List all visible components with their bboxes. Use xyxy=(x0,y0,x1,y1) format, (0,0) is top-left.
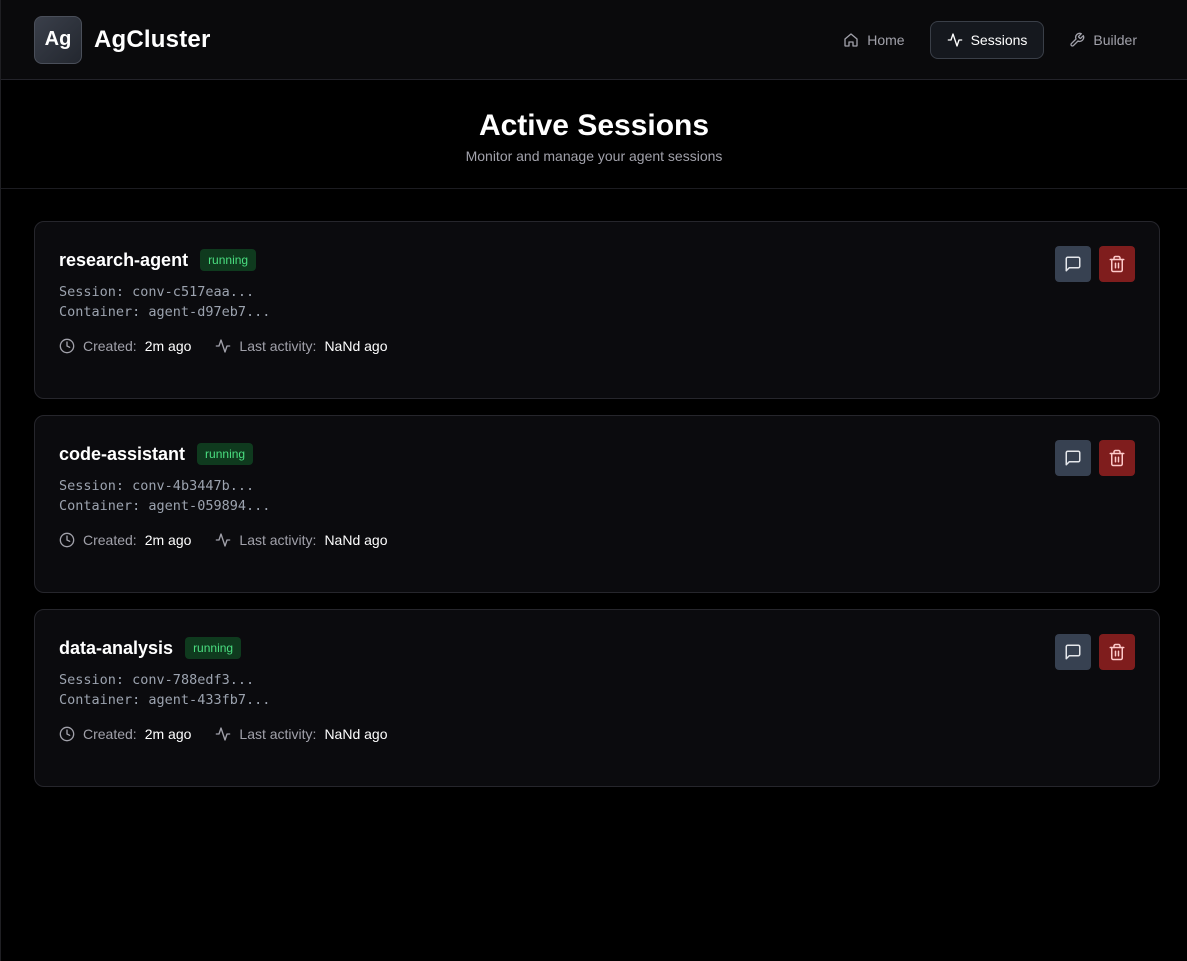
last-activity-label: Last activity: xyxy=(239,726,317,742)
created-value: 2m ago xyxy=(144,726,192,742)
message-square-icon xyxy=(1065,450,1081,466)
session-label: Session: xyxy=(59,672,125,688)
last-activity-label: Last activity: xyxy=(239,532,317,548)
container-id-line: Container: agent-d97eb7... xyxy=(59,302,1135,322)
container-label: Container: xyxy=(59,304,141,320)
session-id-line: Session: conv-4b3447b... xyxy=(59,476,1135,496)
app-logo: Ag xyxy=(34,15,82,64)
last-activity-value: NaNd ago xyxy=(324,726,388,742)
nav-builder[interactable]: Builder xyxy=(1052,21,1154,59)
container-id-line: Container: agent-059894... xyxy=(59,496,1135,516)
session-name: data-analysis xyxy=(59,637,174,658)
container-id-line: Container: agent-433fb7... xyxy=(59,690,1135,710)
top-navbar: Ag AgCluster Home Sessions Builder xyxy=(1,0,1187,80)
created-label: Created: xyxy=(83,726,137,742)
created-info: Created: 2m ago xyxy=(59,726,191,742)
container-label: Container: xyxy=(59,692,141,708)
last-activity-info: Last activity: NaNd ago xyxy=(215,338,387,354)
delete-session-button[interactable] xyxy=(1099,440,1135,476)
nav-builder-label: Builder xyxy=(1093,31,1137,48)
status-badge: running xyxy=(185,637,242,659)
created-value: 2m ago xyxy=(144,338,192,354)
session-card: code-assistant running Session: conv-4b3… xyxy=(34,415,1160,593)
clock-icon xyxy=(59,726,75,742)
session-name: research-agent xyxy=(59,249,189,270)
session-id: conv-4b3447b... xyxy=(132,478,255,494)
nav-sessions-label: Sessions xyxy=(970,31,1028,48)
session-id-line: Session: conv-c517eaa... xyxy=(59,282,1135,302)
activity-icon xyxy=(216,727,231,741)
created-label: Created: xyxy=(83,338,137,354)
delete-session-button[interactable] xyxy=(1099,246,1135,282)
open-chat-button[interactable] xyxy=(1055,440,1091,476)
status-badge: running xyxy=(197,443,254,465)
nav-sessions[interactable]: Sessions xyxy=(929,20,1045,59)
message-square-icon xyxy=(1065,644,1081,660)
clock-icon xyxy=(59,532,75,548)
created-value: 2m ago xyxy=(144,532,192,548)
delete-session-button[interactable] xyxy=(1099,634,1135,670)
session-id: conv-788edf3... xyxy=(132,672,255,688)
session-label: Session: xyxy=(59,284,125,300)
home-icon xyxy=(844,32,858,47)
last-activity-label: Last activity: xyxy=(239,338,317,354)
session-name: code-assistant xyxy=(59,443,186,464)
container-id: agent-059894... xyxy=(148,498,271,514)
activity-icon xyxy=(947,32,962,47)
container-label: Container: xyxy=(59,498,141,514)
last-activity-value: NaNd ago xyxy=(324,532,388,548)
wrench-icon xyxy=(1070,32,1085,47)
session-card: research-agent running Session: conv-c51… xyxy=(34,221,1160,399)
activity-icon xyxy=(216,533,231,547)
nav-home-label: Home xyxy=(867,31,905,48)
main-nav: Home Sessions Builder xyxy=(826,20,1154,59)
app-name: AgCluster xyxy=(94,25,211,53)
last-activity-info: Last activity: NaNd ago xyxy=(215,726,387,742)
created-info: Created: 2m ago xyxy=(59,532,191,548)
brand[interactable]: Ag AgCluster xyxy=(34,15,211,64)
open-chat-button[interactable] xyxy=(1055,246,1091,282)
session-card: data-analysis running Session: conv-788e… xyxy=(34,609,1160,787)
container-id: agent-d97eb7... xyxy=(148,304,271,320)
nav-home[interactable]: Home xyxy=(826,21,921,59)
trash-icon xyxy=(1109,449,1125,467)
page-header: Active Sessions Monitor and manage your … xyxy=(1,80,1187,189)
session-label: Session: xyxy=(59,478,125,494)
session-list: research-agent running Session: conv-c51… xyxy=(1,189,1187,787)
created-label: Created: xyxy=(83,532,137,548)
page-subtitle: Monitor and manage your agent sessions xyxy=(465,148,723,164)
trash-icon xyxy=(1109,255,1125,273)
session-id-line: Session: conv-788edf3... xyxy=(59,670,1135,690)
status-badge: running xyxy=(200,249,257,271)
message-square-icon xyxy=(1065,256,1081,272)
session-id: conv-c517eaa... xyxy=(132,284,255,300)
page-title: Active Sessions xyxy=(478,109,710,142)
created-info: Created: 2m ago xyxy=(59,338,191,354)
last-activity-info: Last activity: NaNd ago xyxy=(215,532,387,548)
container-id: agent-433fb7... xyxy=(148,692,271,708)
open-chat-button[interactable] xyxy=(1055,634,1091,670)
activity-icon xyxy=(216,339,231,353)
clock-icon xyxy=(59,338,75,354)
trash-icon xyxy=(1109,643,1125,661)
last-activity-value: NaNd ago xyxy=(324,338,388,354)
